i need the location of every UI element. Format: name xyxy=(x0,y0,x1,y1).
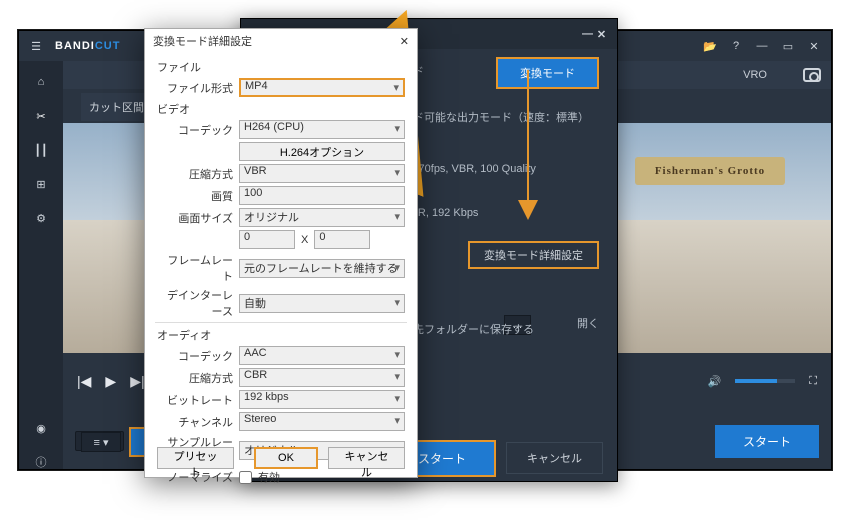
filetype-badge: VRO xyxy=(743,69,767,81)
cancel-button-mid[interactable]: キャンセル xyxy=(506,442,603,474)
min-icon[interactable]: — xyxy=(581,27,595,41)
audio-compress-label: 圧縮方式 xyxy=(157,370,233,386)
bitrate-select[interactable]: 192 kbps xyxy=(239,390,405,409)
framerate-label: フレームレート xyxy=(157,252,233,284)
convert-mode-button[interactable]: 変換モード xyxy=(496,57,599,89)
close-icon-mid[interactable]: ✕ xyxy=(595,27,609,41)
group-audio: オーディオ xyxy=(157,327,405,343)
deinterlace-select[interactable]: 自動 xyxy=(239,294,405,313)
size-select[interactable]: オリジナル xyxy=(239,208,405,227)
channel-select[interactable]: Stereo xyxy=(239,412,405,431)
audio-codec-select[interactable]: AAC xyxy=(239,346,405,365)
record-icon[interactable]: ◉ xyxy=(34,421,48,435)
camera-icon[interactable] xyxy=(803,68,821,82)
size-height-input[interactable]: 0 xyxy=(314,230,370,249)
dialog-close-icon[interactable]: ✕ xyxy=(400,35,409,48)
open-link[interactable]: 開く xyxy=(577,315,599,331)
close-icon[interactable]: ✕ xyxy=(807,39,821,53)
help-icon[interactable]: ? xyxy=(729,39,743,53)
home-icon[interactable]: ⌂ xyxy=(34,75,48,89)
preview-sign: Fisherman's Grotto xyxy=(635,157,785,185)
split-icon[interactable]: ┃┃ xyxy=(34,143,48,157)
video-compress-select[interactable]: VBR xyxy=(239,164,405,183)
cut-icon[interactable]: ✂ xyxy=(34,109,48,123)
sidebar: ⌂ ✂ ┃┃ ⊞ ⚙ ◉ ⓘ xyxy=(19,61,63,469)
group-video: ビデオ xyxy=(157,101,405,117)
deinterlace-label: デインターレース xyxy=(157,287,233,319)
list-options[interactable]: ≡ ▾ xyxy=(81,432,121,452)
hamburger-icon[interactable]: ☰ xyxy=(29,39,43,53)
cancel-button[interactable]: キャンセル xyxy=(328,447,405,469)
audio-compress-select[interactable]: CBR xyxy=(239,368,405,387)
size-x-label: X xyxy=(301,234,308,246)
normalize-checkbox[interactable] xyxy=(239,471,252,484)
info-icon[interactable]: ⓘ xyxy=(34,455,48,469)
prev-icon[interactable]: |◀ xyxy=(77,373,91,390)
volume-icon[interactable]: 🔊 xyxy=(708,375,722,388)
play-icon[interactable]: ▶ xyxy=(105,373,116,390)
start-button-back[interactable]: スタート xyxy=(715,425,819,458)
maximize-icon[interactable]: ▭ xyxy=(781,39,795,53)
audio-codec-label: コーデック xyxy=(157,348,233,364)
quality-label: 画質 xyxy=(157,188,233,204)
minimize-icon[interactable]: — xyxy=(755,39,769,53)
next-icon[interactable]: ▶| xyxy=(130,373,144,390)
info-line-1: コード可能な出力モード（速度：標準） xyxy=(391,109,589,125)
detail-settings-dialog: 変換モード詳細設定 ✕ ファイル ファイル形式 MP4 ビデオ コーデック H2… xyxy=(144,28,418,478)
group-file: ファイル xyxy=(157,59,405,75)
video-codec-label: コーデック xyxy=(157,122,233,138)
app-brand: BANDICUT xyxy=(55,40,120,52)
bitrate-label: ビットレート xyxy=(157,392,233,408)
convert-mode-detail-button[interactable]: 変換モード詳細設定 xyxy=(468,241,599,269)
framerate-select[interactable]: 元のフレームレートを維持する xyxy=(239,259,405,278)
settings-icon[interactable]: ⚙ xyxy=(34,211,48,225)
fullscreen-icon[interactable]: ⛶ xyxy=(809,375,817,388)
video-codec-select[interactable]: H264 (CPU) xyxy=(239,120,405,139)
h264-options-button[interactable]: H.264オプション xyxy=(239,142,405,161)
video-compress-label: 圧縮方式 xyxy=(157,166,233,182)
dialog-titlebar: 変換モード詳細設定 ✕ xyxy=(145,29,417,53)
file-format-label: ファイル形式 xyxy=(157,80,233,96)
quality-input[interactable]: 100 xyxy=(239,186,405,205)
channel-label: チャンネル xyxy=(157,414,233,430)
size-label: 画面サイズ xyxy=(157,210,233,226)
ok-button[interactable]: OK xyxy=(254,447,318,469)
dialog-title: 変換モード詳細設定 xyxy=(153,33,252,49)
file-format-select[interactable]: MP4 xyxy=(239,78,405,97)
join-icon[interactable]: ⊞ xyxy=(34,177,48,191)
folder-icon[interactable]: 📂 xyxy=(703,39,717,53)
preset-button[interactable]: プリセット xyxy=(157,447,234,469)
size-width-input[interactable]: 0 xyxy=(239,230,295,249)
volume-slider[interactable] xyxy=(735,379,795,383)
normalize-checkbox-label: 有効 xyxy=(258,469,280,485)
